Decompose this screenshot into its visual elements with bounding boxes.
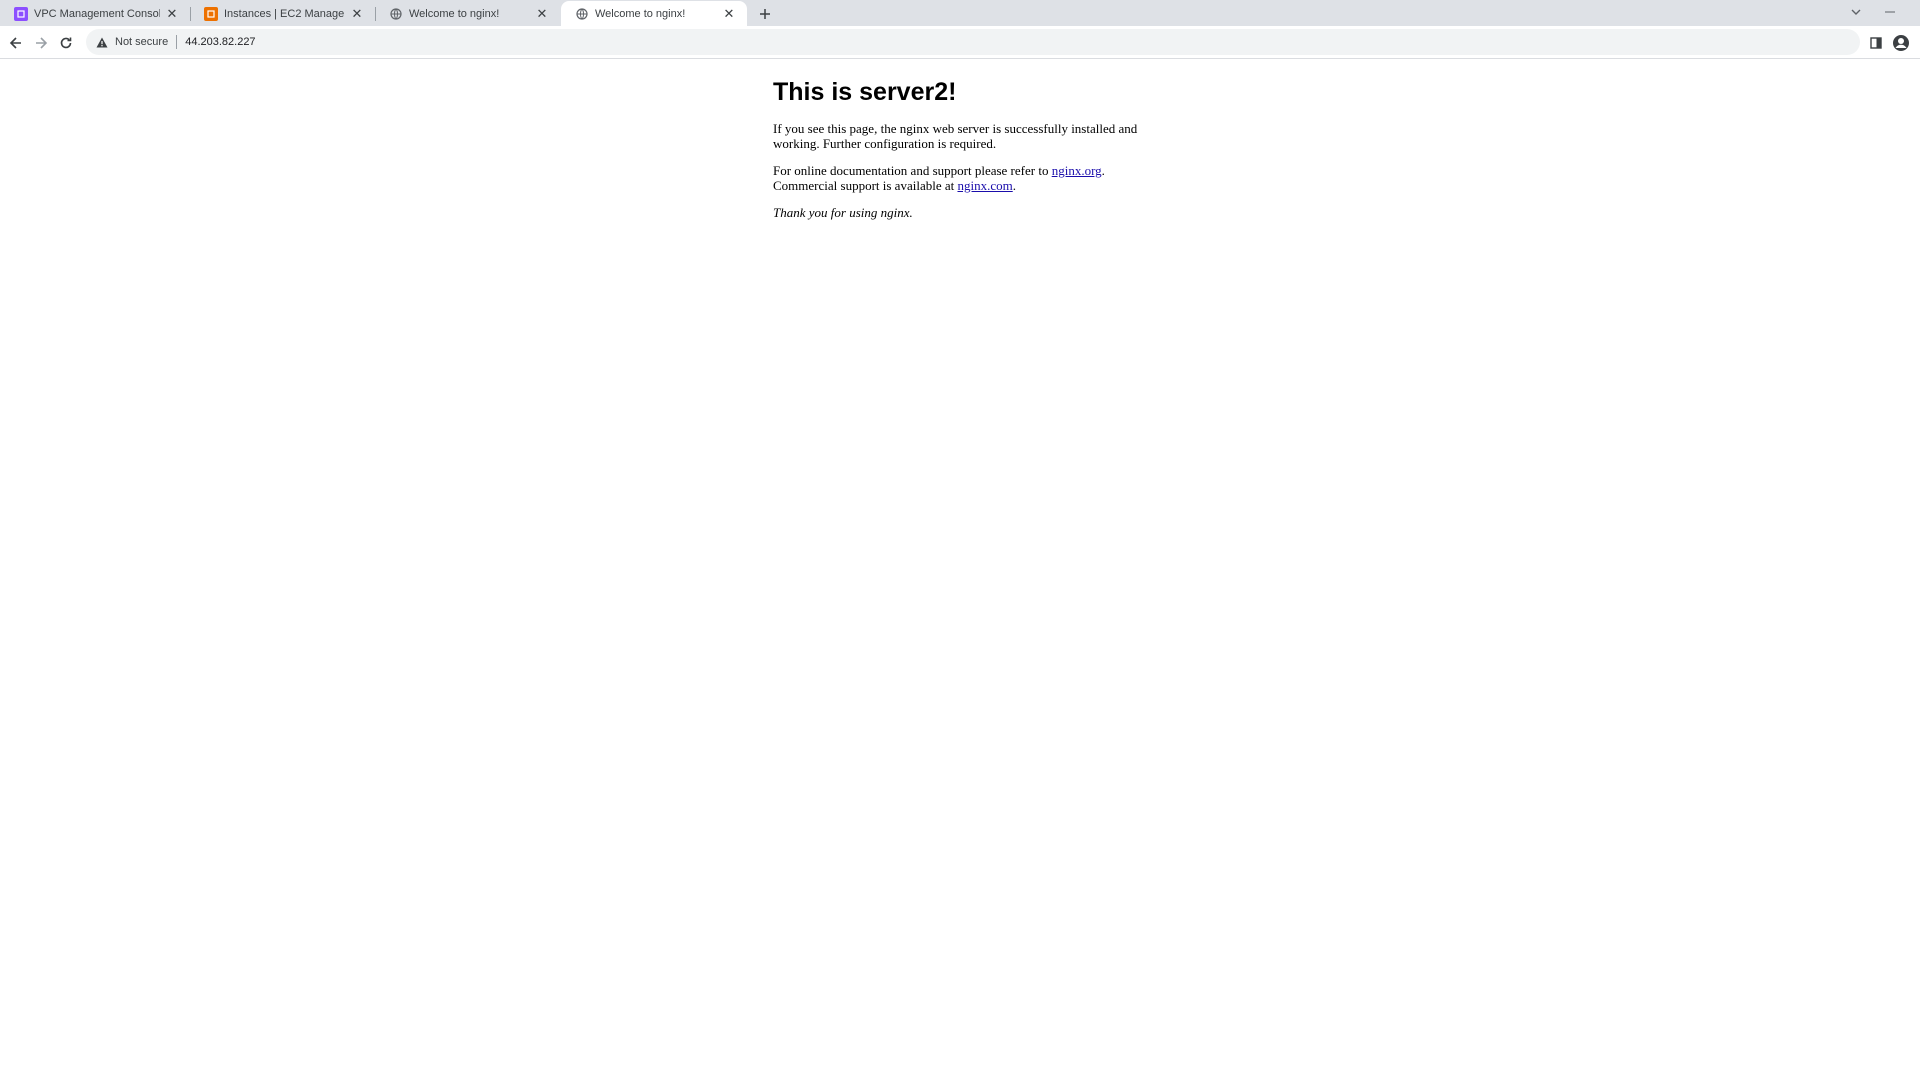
tab-search-button[interactable] [1846, 2, 1866, 22]
forward-arrow-icon [36, 37, 48, 49]
tab-welcome-nginx-active[interactable]: Welcome to nginx! ✕ [561, 1, 747, 26]
vpc-icon [14, 6, 28, 21]
nginx-welcome-page: This is server2! If you see this page, t… [773, 60, 1173, 232]
tab-title: Instances | EC2 Management Co [224, 7, 345, 20]
reload-button[interactable] [55, 32, 77, 54]
side-panel-icon [1870, 37, 1882, 49]
docs-text: For online documentation and support ple… [773, 163, 1052, 178]
forward-button[interactable] [30, 32, 52, 54]
reload-icon [60, 37, 72, 49]
nginx-com-link[interactable]: nginx.com [957, 178, 1012, 193]
warning-icon[interactable] [94, 34, 110, 50]
new-tab-button[interactable] [754, 3, 776, 25]
chevron-down-icon [1851, 9, 1861, 15]
thanks-text: Thank you for using nginx. [773, 205, 913, 220]
page-title: This is server2! [773, 78, 957, 106]
url-text[interactable]: 44.203.82.227 [185, 36, 255, 48]
tab-title: Welcome to nginx! [409, 7, 500, 20]
browser-toolbar: Not secure 44.203.82.227 [0, 26, 1920, 59]
plus-icon [760, 9, 770, 19]
ec2-icon [204, 6, 218, 21]
commercial-punct: . [1012, 178, 1016, 193]
tab-vpc-console[interactable]: VPC Management Console ✕ [0, 1, 191, 26]
minimize-button[interactable] [1880, 2, 1900, 22]
intro-paragraph: If you see this page, the nginx web serv… [773, 121, 1138, 151]
minimize-icon [1885, 11, 1895, 13]
docs-punct: . [1101, 163, 1105, 178]
docs-paragraph: For online documentation and support ple… [773, 163, 1173, 193]
close-icon[interactable]: ✕ [534, 6, 550, 22]
profile-button[interactable] [1891, 33, 1911, 53]
tab-strip: VPC Management Console ✕ Instances | EC2… [0, 0, 1920, 26]
close-icon[interactable]: ✕ [164, 6, 180, 22]
globe-icon [575, 7, 589, 21]
close-icon[interactable]: ✕ [721, 6, 737, 22]
close-icon[interactable]: ✕ [349, 6, 365, 22]
nginx-org-link[interactable]: nginx.org [1052, 163, 1102, 178]
security-status-label[interactable]: Not secure [115, 36, 168, 48]
tab-welcome-nginx[interactable]: Welcome to nginx! ✕ [375, 1, 560, 26]
account-icon [1893, 35, 1909, 51]
commercial-text: Commercial support is available at [773, 178, 958, 193]
tab-title: VPC Management Console [34, 7, 160, 20]
address-bar[interactable]: Not secure 44.203.82.227 [86, 29, 1860, 55]
omnibox-divider [176, 35, 178, 49]
back-arrow-icon [9, 37, 21, 49]
tab-ec2-instances[interactable]: Instances | EC2 Management Co ✕ [190, 1, 376, 26]
tab-title: Welcome to nginx! [595, 7, 686, 20]
side-panel-button[interactable] [1867, 34, 1885, 52]
globe-icon [389, 7, 403, 21]
back-button[interactable] [5, 32, 27, 54]
